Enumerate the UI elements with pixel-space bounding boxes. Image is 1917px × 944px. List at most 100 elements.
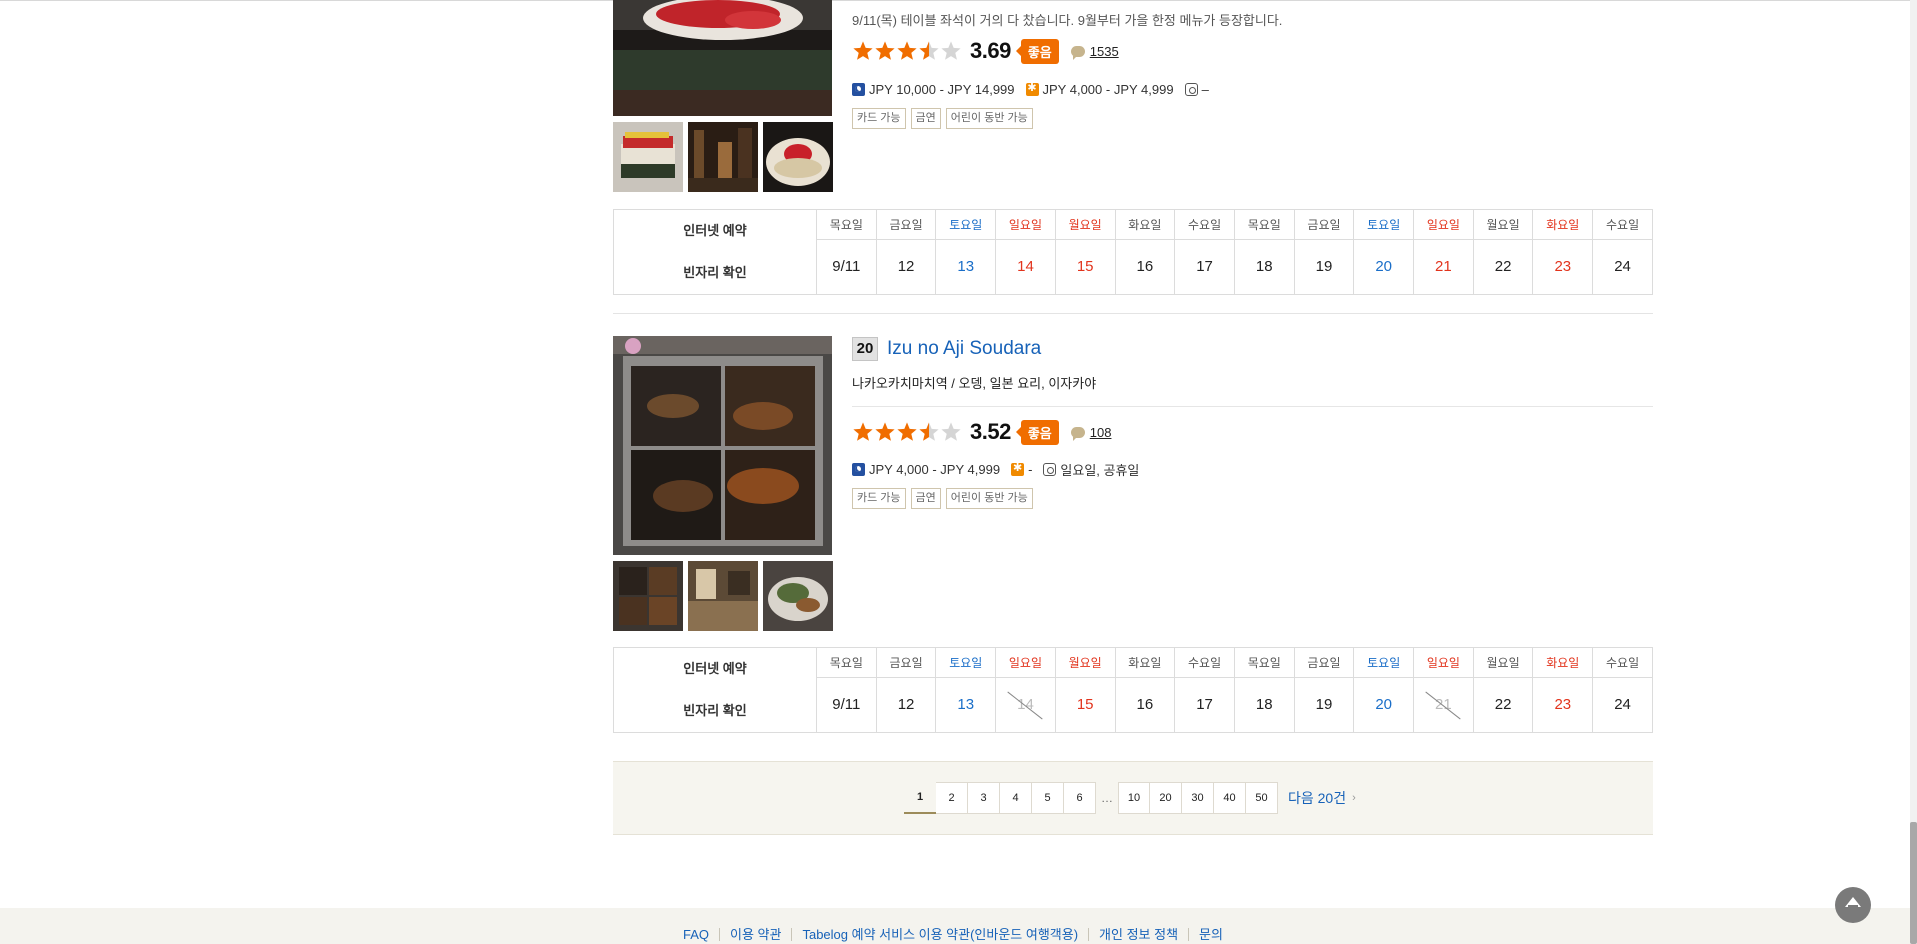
rating-score: 3.69 bbox=[970, 38, 1011, 63]
tag-list: 카드 가능 금연 어린이 동반 가능 bbox=[852, 108, 1038, 129]
weekday-header: 일요일 bbox=[995, 647, 1056, 678]
weekday-header: 목요일 bbox=[1233, 209, 1295, 240]
footer-link-privacy[interactable]: 개인 정보 정책 bbox=[1088, 928, 1188, 941]
date-cell[interactable]: 17 bbox=[1174, 238, 1235, 296]
page-40[interactable]: 40 bbox=[1214, 782, 1246, 814]
thumbnail-photo[interactable] bbox=[688, 122, 758, 192]
date-cell[interactable]: 18 bbox=[1233, 676, 1295, 734]
date-cell[interactable]: 24 bbox=[1592, 676, 1653, 734]
date-cell[interactable]: 20 bbox=[1353, 238, 1415, 296]
footer-links: FAQ 이용 약관 Tabelog 예약 서비스 이용 약관(인바운드 여행객용… bbox=[683, 928, 1233, 941]
main-photo[interactable] bbox=[613, 336, 832, 555]
review-count-link[interactable]: 108 bbox=[1090, 425, 1112, 440]
page-3[interactable]: 3 bbox=[968, 782, 1000, 814]
date-cell[interactable]: 16 bbox=[1114, 676, 1176, 734]
weekday-header: 월요일 bbox=[1054, 209, 1116, 240]
moon-icon bbox=[852, 82, 865, 96]
availability-label: 인터넷 예약 빈자리 확인 bbox=[613, 647, 817, 733]
page-1[interactable]: 1 bbox=[904, 782, 936, 814]
scrollbar-thumb[interactable] bbox=[1910, 822, 1917, 944]
date-cell[interactable]: 21 bbox=[1413, 238, 1474, 296]
chevron-up-icon[interactable] bbox=[1835, 887, 1871, 923]
title-row: 20 Izu no Aji Soudara bbox=[852, 336, 1041, 362]
page-5[interactable]: 5 bbox=[1032, 782, 1064, 814]
date-cell: 21 bbox=[1413, 676, 1474, 734]
price-row: JPY 10,000 - JPY 14,999 JPY 4,000 - JPY … bbox=[852, 80, 1209, 98]
footer-link-reservation-terms[interactable]: Tabelog 예약 서비스 이용 약관(인바운드 여행객용) bbox=[791, 928, 1088, 941]
dinner-price: JPY 10,000 - JPY 14,999 bbox=[869, 81, 1015, 97]
page-4[interactable]: 4 bbox=[1000, 782, 1032, 814]
weekday-header: 토요일 bbox=[1353, 647, 1415, 678]
pagination-ellipsis: … bbox=[1101, 791, 1113, 805]
top-border bbox=[0, 0, 1917, 3]
vacancy-check-label: 빈자리 확인 bbox=[683, 703, 747, 718]
thumbnail-photo[interactable] bbox=[763, 122, 833, 192]
thumbnail-photo[interactable] bbox=[763, 561, 833, 631]
tag-no-smoking: 금연 bbox=[910, 108, 941, 129]
star-icon bbox=[897, 41, 917, 60]
review-count-link[interactable]: 1535 bbox=[1090, 44, 1119, 59]
weekday-header: 토요일 bbox=[1353, 209, 1415, 240]
page-6[interactable]: 6 bbox=[1064, 782, 1096, 814]
date-cell[interactable]: 20 bbox=[1353, 676, 1415, 734]
rating-row: 3.69 좋음 1535 bbox=[852, 37, 1119, 65]
date-cell[interactable]: 19 bbox=[1293, 238, 1355, 296]
internet-reservation-label: 인터넷 예약 bbox=[683, 661, 747, 676]
page-50[interactable]: 50 bbox=[1246, 782, 1278, 814]
date-cell[interactable]: 13 bbox=[935, 676, 997, 734]
weekday-header: 월요일 bbox=[1472, 647, 1534, 678]
weekday-header: 목요일 bbox=[816, 209, 877, 240]
weekday-header: 월요일 bbox=[1054, 647, 1116, 678]
weekday-header: 금요일 bbox=[875, 647, 937, 678]
rating-badge: 좋음 bbox=[1015, 38, 1059, 64]
chevron-right-icon: › bbox=[1352, 792, 1356, 804]
weekday-header: 수요일 bbox=[1592, 647, 1653, 678]
weekday-header: 수요일 bbox=[1174, 647, 1235, 678]
page-scrollbar[interactable] bbox=[1910, 0, 1917, 944]
date-cell[interactable]: 12 bbox=[875, 238, 937, 296]
date-cell[interactable]: 12 bbox=[875, 676, 937, 734]
date-cell[interactable]: 23 bbox=[1532, 676, 1594, 734]
date-cell[interactable]: 23 bbox=[1532, 238, 1594, 296]
date-cell[interactable]: 24 bbox=[1592, 238, 1653, 296]
closed-day-icon bbox=[1184, 82, 1198, 96]
thumbnail-photo[interactable] bbox=[688, 561, 758, 631]
next-page-link[interactable]: 다음 20건 bbox=[1288, 788, 1346, 808]
date-cell[interactable]: 14 bbox=[995, 238, 1056, 296]
footer-link-terms[interactable]: 이용 약관 bbox=[719, 928, 791, 941]
restaurant-name-link[interactable]: Izu no Aji Soudara bbox=[887, 338, 1041, 360]
tag-kids: 어린이 동반 가능 bbox=[945, 108, 1033, 129]
footer-link-faq[interactable]: FAQ bbox=[683, 928, 719, 941]
star-rating bbox=[852, 40, 962, 62]
tag-card: 카드 가능 bbox=[852, 488, 906, 509]
pagination: 1 2 3 4 5 6 … 10 20 30 40 50 다음 20건 › bbox=[613, 761, 1653, 835]
page-30[interactable]: 30 bbox=[1182, 782, 1214, 814]
main-photo[interactable] bbox=[613, 0, 832, 116]
date-cell[interactable]: 9/11 bbox=[816, 676, 877, 734]
availability-table: 인터넷 예약 빈자리 확인 목요일 금요일 토요일 일요일 월요일 화요일 수요일 목요일 금요… bbox=[613, 209, 1653, 296]
date-cell[interactable]: 22 bbox=[1472, 238, 1534, 296]
date-cell[interactable]: 16 bbox=[1114, 238, 1176, 296]
speech-bubble-icon bbox=[1070, 426, 1085, 441]
date-cell[interactable]: 13 bbox=[935, 238, 997, 296]
date-cell[interactable]: 19 bbox=[1293, 676, 1355, 734]
info-divider bbox=[852, 406, 1653, 407]
date-cell[interactable]: 17 bbox=[1174, 676, 1235, 734]
footer-link-contact[interactable]: 문의 bbox=[1188, 928, 1233, 941]
date-cell[interactable]: 15 bbox=[1054, 238, 1116, 296]
weekday-header: 목요일 bbox=[816, 647, 877, 678]
page-10[interactable]: 10 bbox=[1118, 782, 1150, 814]
date-cell[interactable]: 15 bbox=[1054, 676, 1116, 734]
star-icon bbox=[853, 422, 873, 441]
star-icon bbox=[853, 41, 873, 60]
weekday-header: 수요일 bbox=[1592, 209, 1653, 240]
date-cell[interactable]: 9/11 bbox=[816, 238, 877, 296]
weekday-header: 일요일 bbox=[1413, 209, 1474, 240]
date-cell[interactable]: 18 bbox=[1233, 238, 1295, 296]
page-20[interactable]: 20 bbox=[1150, 782, 1182, 814]
station-genre: 나카오카치마치역 / 오뎅, 일본 요리, 이자카야 bbox=[852, 376, 1097, 391]
thumbnail-photo[interactable] bbox=[613, 122, 683, 192]
thumbnail-photo[interactable] bbox=[613, 561, 683, 631]
page-2[interactable]: 2 bbox=[936, 782, 968, 814]
date-cell[interactable]: 22 bbox=[1472, 676, 1534, 734]
